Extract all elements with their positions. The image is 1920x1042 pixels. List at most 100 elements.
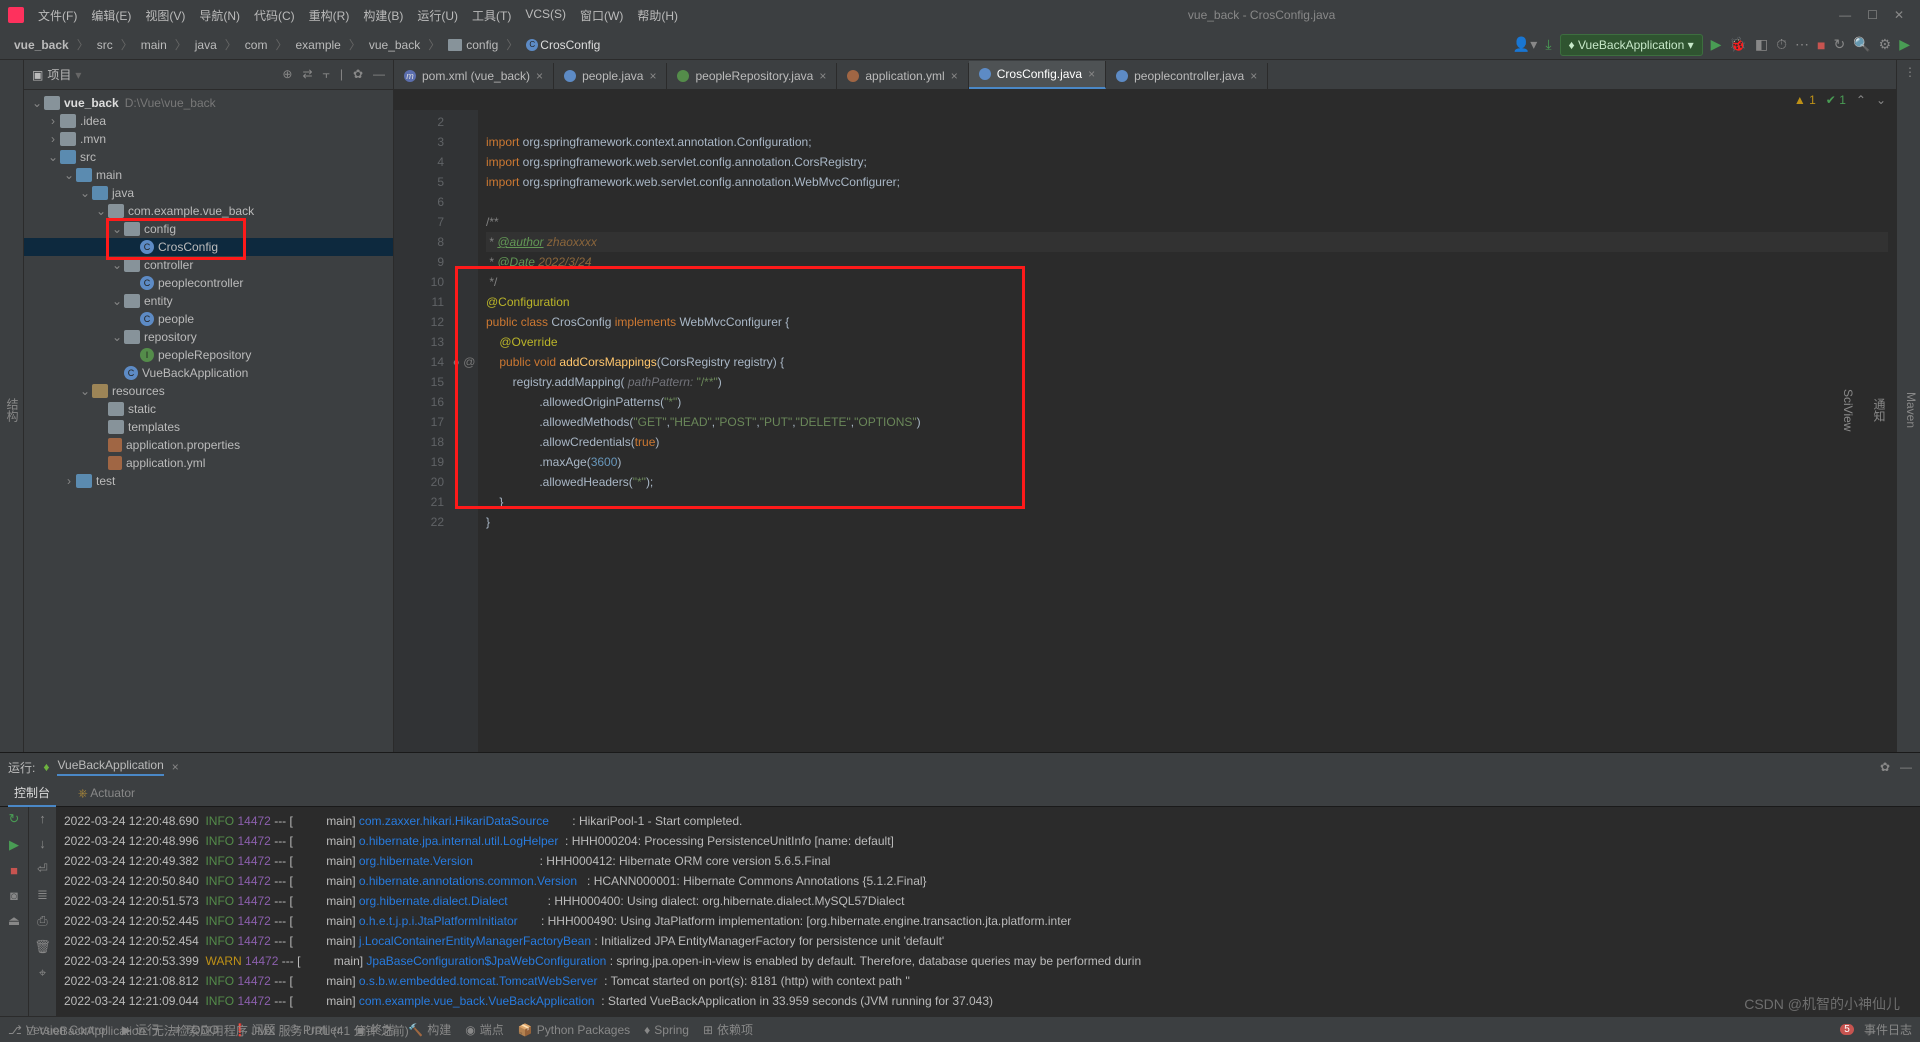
menu-重构(R)[interactable]: 重构(R): [303, 3, 356, 28]
tree-item-java[interactable]: ⌄java: [24, 184, 393, 202]
gear-icon[interactable]: ⚙: [1879, 36, 1892, 53]
run-tab[interactable]: VueBackApplication: [57, 758, 163, 776]
tab-people.java[interactable]: people.java×: [554, 63, 667, 89]
stop-run-icon[interactable]: ■: [10, 863, 18, 878]
menu-编辑(E)[interactable]: 编辑(E): [85, 3, 137, 28]
camera-icon[interactable]: ◙: [10, 888, 18, 903]
tree-item-application.properties[interactable]: application.properties: [24, 436, 393, 454]
run-gear-icon[interactable]: ✿: [1880, 760, 1890, 774]
tree-item-.idea[interactable]: ›.idea: [24, 112, 393, 130]
tree-item-people[interactable]: Cpeople: [24, 310, 393, 328]
tree-item-peoplecontroller[interactable]: Cpeoplecontroller: [24, 274, 393, 292]
coverage-icon[interactable]: ◧: [1755, 36, 1768, 53]
run-icon[interactable]: ▶: [1711, 36, 1722, 53]
tab-close-icon[interactable]: ×: [1088, 67, 1095, 81]
hide-icon[interactable]: —: [373, 67, 385, 82]
notif-label[interactable]: 事件日志: [1864, 1021, 1912, 1038]
select-file-icon[interactable]: ⊕: [282, 67, 292, 82]
settings-icon[interactable]: ✿: [353, 67, 363, 82]
gutter-icons[interactable]: ● @: [450, 110, 478, 752]
wrap-icon[interactable]: ⏎: [37, 861, 48, 877]
expand-icon[interactable]: ⇄: [302, 67, 312, 82]
breadcrumb-item[interactable]: vue_back: [10, 36, 73, 54]
notif-count[interactable]: 5: [1840, 1024, 1854, 1035]
warning-badge[interactable]: ▲ 1: [1794, 93, 1816, 107]
menu-窗口(W)[interactable]: 窗口(W): [574, 3, 629, 28]
statusbar-依赖项[interactable]: ⊞ 依赖项: [703, 1021, 753, 1038]
breadcrumb-item[interactable]: vue_back: [365, 36, 424, 54]
tree-item-peopleRepository[interactable]: IpeopleRepository: [24, 346, 393, 364]
tab-close-icon[interactable]: ×: [536, 69, 543, 83]
run-hide-icon[interactable]: —: [1900, 760, 1912, 774]
tab-close-icon[interactable]: ×: [819, 69, 826, 83]
rail-结构[interactable]: 结构: [2, 68, 23, 752]
tree-item-templates[interactable]: templates: [24, 418, 393, 436]
left-tool-rail[interactable]: 结构BookmarksJPA Structure: [0, 60, 24, 752]
breadcrumb-item[interactable]: java: [191, 36, 221, 54]
tab-CrosConfig.java[interactable]: CrosConfig.java×: [969, 61, 1106, 89]
maximize-icon[interactable]: ☐: [1867, 8, 1878, 22]
scroll-icon[interactable]: ≣: [37, 887, 48, 903]
menu-VCS(S)[interactable]: VCS(S): [519, 3, 572, 28]
rail-Bookmarks[interactable]: Bookmarks: [0, 68, 2, 752]
filter-icon[interactable]: ⌖: [39, 965, 46, 981]
tree-item-.mvn[interactable]: ›.mvn: [24, 130, 393, 148]
menu-构建(B)[interactable]: 构建(B): [357, 3, 409, 28]
tree-item-config[interactable]: ⌄config: [24, 220, 393, 238]
tab-application.yml[interactable]: application.yml×: [837, 63, 968, 89]
stop-icon[interactable]: ■: [1817, 37, 1825, 53]
breadcrumb-item[interactable]: config: [444, 36, 502, 54]
print-icon[interactable]: ⎙: [37, 913, 47, 929]
code-editor[interactable]: import org.springframework.context.annot…: [478, 110, 1896, 752]
rail-Maven[interactable]: Maven: [1902, 382, 1920, 438]
build-icon[interactable]: ⤓: [1545, 36, 1551, 53]
editor-body[interactable]: 2345678910111213141516171819202122 ● @ i…: [394, 110, 1896, 752]
down-icon[interactable]: ⌄: [1876, 93, 1886, 107]
tree-root[interactable]: ⌄vue_backD:\Vue\vue_back: [24, 94, 393, 112]
more-icon[interactable]: ⋮: [1904, 65, 1916, 79]
menu-文件(F)[interactable]: 文件(F): [32, 3, 83, 28]
console-output[interactable]: 2022-03-24 12:20:48.690 INFO 14472 --- […: [56, 807, 1920, 1016]
breadcrumb-item[interactable]: main: [137, 36, 171, 54]
statusbar-Python Packages[interactable]: 📦 Python Packages: [518, 1023, 630, 1037]
attach-icon[interactable]: ⋯: [1795, 36, 1809, 53]
tree-item-CrosConfig[interactable]: CCrosConfig: [24, 238, 393, 256]
debug-icon[interactable]: 🐞: [1729, 36, 1746, 53]
tab-close-icon[interactable]: ×: [172, 760, 179, 774]
updates-icon[interactable]: ↻: [1833, 36, 1845, 53]
breadcrumb-item[interactable]: com: [241, 36, 272, 54]
tree-item-controller[interactable]: ⌄controller: [24, 256, 393, 274]
dropdown-icon[interactable]: ▾: [75, 68, 81, 82]
menu-视图(V)[interactable]: 视图(V): [139, 3, 191, 28]
tab-peopleRepository.java[interactable]: peopleRepository.java×: [667, 63, 837, 89]
up-arrow-icon[interactable]: ↑: [39, 811, 46, 826]
tree-item-test[interactable]: ›test: [24, 472, 393, 490]
profile-icon[interactable]: ⏱: [1776, 36, 1787, 53]
tree-item-main[interactable]: ⌄main: [24, 166, 393, 184]
menu-运行(U)[interactable]: 运行(U): [411, 3, 464, 28]
up-icon[interactable]: ⌃: [1856, 93, 1866, 107]
breadcrumb-item[interactable]: src: [93, 36, 117, 54]
exit-icon[interactable]: ⏏: [8, 913, 20, 929]
menu-工具(T)[interactable]: 工具(T): [466, 3, 517, 28]
tab-close-icon[interactable]: ×: [951, 69, 958, 83]
tree-item-entity[interactable]: ⌄entity: [24, 292, 393, 310]
tree-item-com.example.vue_back[interactable]: ⌄com.example.vue_back: [24, 202, 393, 220]
tree-item-VueBackApplication[interactable]: CVueBackApplication: [24, 364, 393, 382]
statusbar-端点[interactable]: ◉ 端点: [465, 1021, 504, 1038]
tab-close-icon[interactable]: ×: [649, 69, 656, 83]
tree-item-application.yml[interactable]: application.yml: [24, 454, 393, 472]
statusbar-Spring[interactable]: ♦ Spring: [644, 1023, 689, 1037]
menu-帮助(H)[interactable]: 帮助(H): [631, 3, 684, 28]
menu-代码(C)[interactable]: 代码(C): [248, 3, 301, 28]
ok-badge[interactable]: ✔ 1: [1826, 93, 1846, 107]
tree-item-repository[interactable]: ⌄repository: [24, 328, 393, 346]
subtab-Actuator[interactable]: ⎈ Actuator: [72, 782, 141, 805]
user-icon[interactable]: 👤▾: [1513, 36, 1537, 53]
line-gutter[interactable]: 2345678910111213141516171819202122: [394, 110, 450, 752]
project-tree[interactable]: ⌄vue_backD:\Vue\vue_back›.idea›.mvn⌄src⌄…: [24, 90, 393, 752]
tab-close-icon[interactable]: ×: [1250, 69, 1257, 83]
subtab-控制台[interactable]: 控制台: [8, 780, 56, 807]
run-icon[interactable]: ▶: [9, 837, 19, 853]
rerun-icon[interactable]: ↻: [9, 811, 20, 827]
